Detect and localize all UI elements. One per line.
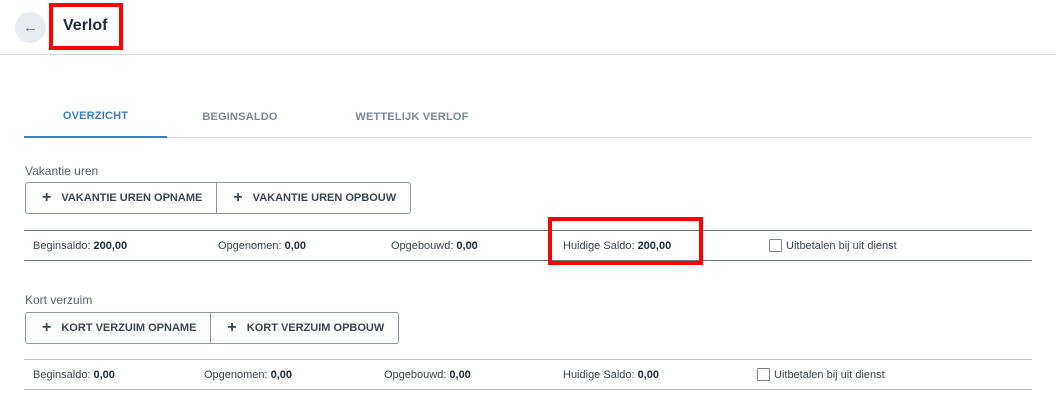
stat-label: Huidige Saldo: — [563, 368, 635, 381]
kort-huidige-saldo: Huidige Saldo: 0,00 — [563, 360, 659, 389]
checkbox-box[interactable] — [757, 368, 770, 381]
vakantie-beginsaldo: Beginsaldo: 200,00 — [33, 231, 127, 260]
vakantie-uitbetalen-checkbox[interactable]: Uitbetalen bij uit dienst — [769, 231, 897, 260]
vakantie-opbouw-button[interactable]: + VAKANTIE UREN OPBOUW — [216, 183, 410, 213]
button-label: VAKANTIE UREN OPBOUW — [252, 192, 397, 204]
stat-value: 0,00 — [270, 368, 293, 381]
stat-label: Beginsaldo: — [33, 239, 91, 252]
stat-label: Opgebouwd: — [384, 368, 447, 381]
stat-label: Opgenomen: — [204, 368, 268, 381]
kort-summary-row: Beginsaldo: 0,00 Opgenomen: 0,00 Opgebouwd… — [24, 359, 1032, 390]
stat-value: 0,00 — [449, 368, 471, 381]
tab-overzicht[interactable]: OVERZICHT — [24, 96, 167, 138]
checkbox-box[interactable] — [769, 239, 782, 252]
stat-label: Opgenomen: — [218, 239, 282, 252]
stat-value: 0,00 — [637, 368, 659, 381]
checkbox-label: Uitbetalen bij uit dienst — [774, 368, 885, 381]
tab-bar: OVERZICHT BEGINSALDO WETTELIJK VERLOF — [24, 96, 1032, 138]
stat-label: Opgebouwd: — [391, 239, 454, 252]
plus-icon: + — [233, 189, 243, 206]
stat-value: 0,00 — [456, 239, 478, 252]
checkbox-label: Uitbetalen bij uit dienst — [786, 239, 897, 252]
kort-opname-button[interactable]: + KORT VERZUIM OPNAME — [26, 313, 210, 343]
vakantie-opgebouwd: Opgebouwd: 0,00 — [391, 231, 478, 260]
arrow-left-icon: ← — [23, 19, 38, 36]
stat-label: Beginsaldo: — [33, 368, 91, 381]
stat-value: 200,00 — [93, 239, 128, 252]
vakantie-huidige-saldo: Huidige Saldo: 200,00 — [563, 231, 671, 260]
plus-icon: + — [42, 319, 52, 336]
kort-opgebouwd: Opgebouwd: 0,00 — [384, 360, 471, 389]
vakantie-button-group: + VAKANTIE UREN OPNAME + VAKANTIE UREN O… — [25, 182, 412, 214]
section-label-vakantie: Vakantie uren — [25, 164, 99, 178]
vakantie-opgenomen: Opgenomen: 0,00 — [218, 231, 306, 260]
button-label: KORT VERZUIM OPBOUW — [246, 322, 385, 334]
back-button[interactable]: ← — [15, 12, 46, 43]
tab-wettelijk-verlof[interactable]: WETTELIJK VERLOF — [342, 96, 482, 138]
stat-label: Huidige Saldo: — [563, 239, 635, 252]
page-title: Verlof — [63, 17, 108, 34]
tab-beginsaldo[interactable]: BEGINSALDO — [192, 96, 288, 138]
stat-value: 0,00 — [93, 368, 115, 381]
kort-button-group: + KORT VERZUIM OPNAME + KORT VERZUIM OPB… — [25, 312, 400, 344]
kort-beginsaldo: Beginsaldo: 0,00 — [33, 360, 115, 389]
stat-value: 200,00 — [637, 239, 672, 252]
vakantie-summary-row: Beginsaldo: 200,00 Opgenomen: 0,00 Opgebou… — [24, 230, 1032, 261]
top-bar: ← Verlof — [0, 0, 1056, 55]
vakantie-opname-button[interactable]: + VAKANTIE UREN OPNAME — [26, 183, 216, 213]
plus-icon: + — [227, 319, 237, 336]
plus-icon: + — [42, 189, 52, 206]
kort-opbouw-button[interactable]: + KORT VERZUIM OPBOUW — [210, 313, 398, 343]
button-label: KORT VERZUIM OPNAME — [61, 322, 197, 334]
section-label-kort-verzuim: Kort verzuim — [25, 293, 93, 307]
kort-uitbetalen-checkbox[interactable]: Uitbetalen bij uit dienst — [757, 360, 885, 389]
button-label: VAKANTIE UREN OPNAME — [61, 192, 203, 204]
stat-value: 0,00 — [284, 239, 307, 252]
kort-opgenomen: Opgenomen: 0,00 — [204, 360, 292, 389]
